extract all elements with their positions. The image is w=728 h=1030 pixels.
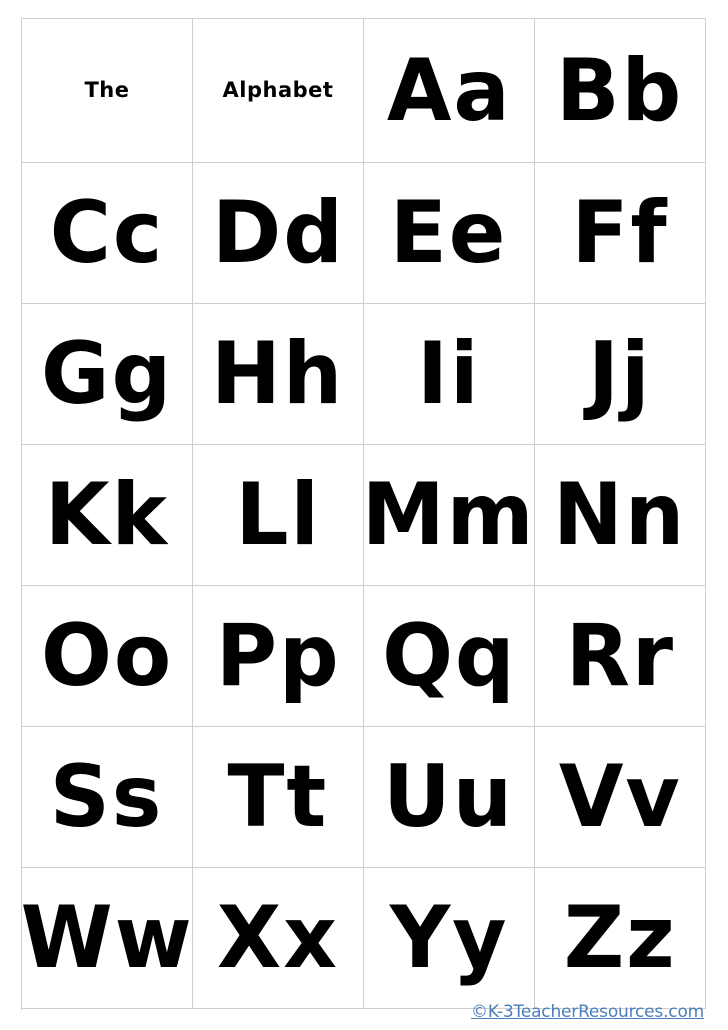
letter-cell: Vv [535, 727, 706, 868]
letter-cell: Tt [193, 727, 364, 868]
letter-pair-text: Dd [211, 183, 345, 283]
letter-pair-text: Cc [49, 183, 165, 283]
letter-pair-text: Hh [211, 324, 345, 424]
letter-cell: Ii [364, 304, 535, 445]
letter-pair-text: Mm [364, 465, 535, 565]
letter-pair-text: Yy [389, 888, 509, 988]
letter-pair-text: Aa [386, 40, 512, 141]
letter-pair-text: Bb [556, 40, 684, 141]
letter-cell: Ll [193, 445, 364, 586]
letter-pair-text: Gg [40, 324, 174, 424]
letter-pair-text: Oo [40, 606, 174, 706]
letter-cell: Rr [535, 586, 706, 727]
letter-cell: Zz [535, 868, 706, 1009]
letter-cell: Hh [193, 304, 364, 445]
letter-pair-text: Ww [22, 888, 193, 988]
letter-pair-text: Nn [553, 465, 687, 565]
letter-pair-text: Ff [571, 183, 669, 283]
letter-cell: Aa [364, 19, 535, 163]
letter-pair-text: Pp [215, 606, 341, 706]
letter-cell: Xx [193, 868, 364, 1009]
letter-cell: Ww [22, 868, 193, 1009]
letter-pair-text: Jj [588, 324, 652, 424]
letter-pair-text: Qq [381, 606, 517, 706]
letter-pair-text: Rr [565, 606, 675, 706]
letter-cell: Nn [535, 445, 706, 586]
letter-pair-text: Ii [417, 324, 481, 424]
letter-cell: Cc [22, 163, 193, 304]
copyright-credit-link[interactable]: ©K-3TeacherResources.com [471, 1002, 704, 1022]
letter-cell: Pp [193, 586, 364, 727]
letter-pair-text: Tt [227, 747, 329, 847]
letter-cell: Uu [364, 727, 535, 868]
title-word-text: The [84, 78, 130, 102]
alphabet-grid: The Alphabet Aa Bb Cc Dd Ee Ff Gg Hh Ii Jj Kk Ll Mm Nn O… [21, 18, 706, 1010]
letter-pair-text: Zz [563, 888, 677, 988]
letter-cell: Kk [22, 445, 193, 586]
letter-pair-text: Xx [216, 888, 340, 988]
letter-cell: Bb [535, 19, 706, 163]
letter-pair-text: Uu [383, 747, 515, 847]
letter-pair-text: Kk [44, 465, 170, 565]
letter-cell: Dd [193, 163, 364, 304]
title-word-text: Alphabet [222, 78, 334, 102]
letter-cell: Ee [364, 163, 535, 304]
title-cell: The [22, 19, 193, 163]
letter-cell: Ff [535, 163, 706, 304]
letter-cell: Qq [364, 586, 535, 727]
alphabet-chart-page: The Alphabet Aa Bb Cc Dd Ee Ff Gg Hh Ii Jj Kk Ll Mm Nn O… [0, 0, 728, 1030]
letter-pair-text: Vv [558, 747, 682, 847]
letter-pair-text: Ee [390, 183, 508, 283]
title-cell: Alphabet [193, 19, 364, 163]
letter-cell: Ss [22, 727, 193, 868]
letter-cell: Jj [535, 304, 706, 445]
letter-cell: Gg [22, 304, 193, 445]
letter-pair-text: Ss [50, 747, 164, 847]
letter-cell: Oo [22, 586, 193, 727]
letter-pair-text: Ll [235, 465, 321, 565]
letter-cell: Mm [364, 445, 535, 586]
letter-cell: Yy [364, 868, 535, 1009]
